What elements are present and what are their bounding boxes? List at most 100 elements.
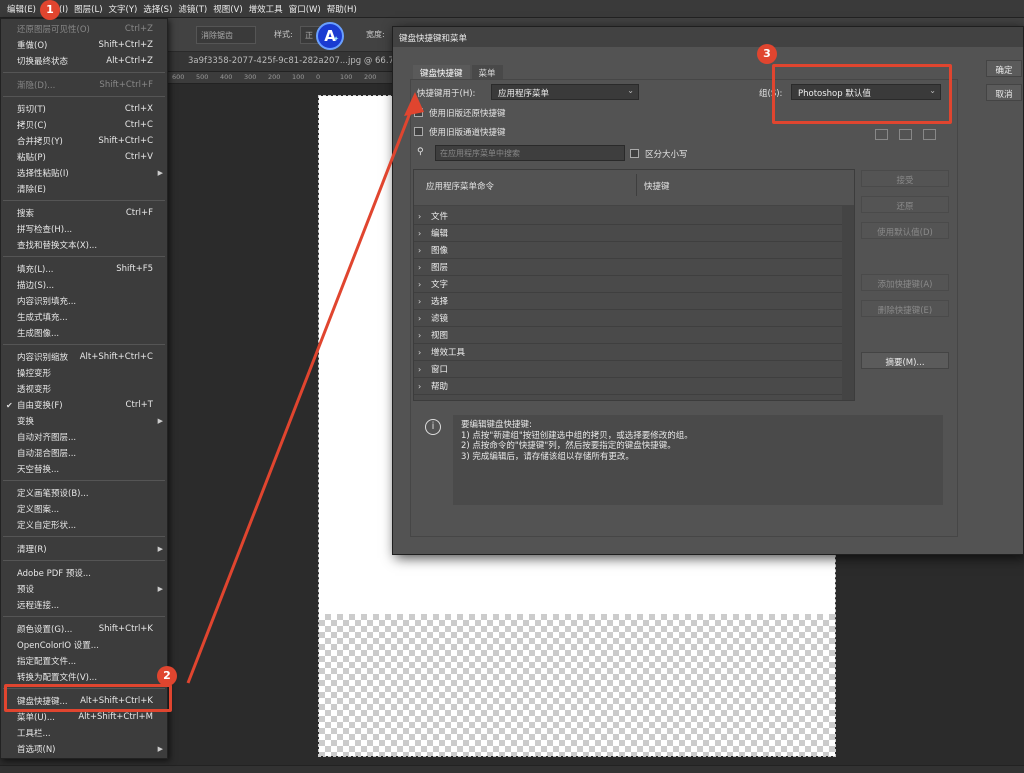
width-label: 宽度: (366, 30, 385, 39)
menu-item-stroke[interactable]: 描边(S)... (1, 277, 167, 293)
legacy-channel-checkbox[interactable] (414, 127, 423, 136)
transparent-area (319, 614, 835, 756)
ruler-tick: 200 (364, 73, 377, 81)
style-label: 样式: (274, 30, 293, 39)
menu-item-generate-image[interactable]: 生成图像... (1, 325, 167, 341)
chevron-right-icon: › (418, 330, 422, 340)
menu-item-color-settings[interactable]: 颜色设置(G)... Shift+Ctrl+K (1, 621, 167, 637)
dialog-title: 键盘快捷键和菜单 (393, 27, 1023, 47)
menu-item-perspective-warp[interactable]: 透视变形 (1, 381, 167, 397)
cancel-button[interactable]: 取消 (986, 84, 1022, 101)
legacy-undo-checkbox[interactable] (414, 108, 423, 117)
menu-item-puppet-warp[interactable]: 操控变形 (1, 365, 167, 381)
annotation-highlight-shortcuts (4, 684, 172, 712)
menu-item-copy-merged[interactable]: 合并拷贝(Y) Shift+Ctrl+C (1, 133, 167, 149)
add-shortcut-button[interactable]: 添加快捷键(A) (861, 274, 949, 291)
menu-layer[interactable]: 图层(L) (71, 3, 105, 15)
menu-view[interactable]: 视图(V) (210, 3, 245, 15)
undo-button[interactable]: 还原 (861, 196, 949, 213)
menu-type[interactable]: 文字(Y) (106, 3, 141, 15)
shortcuts-for-select[interactable]: 应用程序菜单 ⌄ (491, 84, 639, 100)
antialias-checkbox[interactable]: 消除锯齿 (196, 26, 256, 44)
search-input[interactable]: 在应用程序菜单中搜索 (435, 145, 625, 161)
tree-item-layer[interactable]: › 图层 (414, 259, 842, 276)
tree-item-select[interactable]: › 选择 (414, 293, 842, 310)
use-default-button[interactable]: 使用默认值(D) (861, 222, 949, 239)
menu-bar: 编辑(E) 图像(I) 图层(L) 文字(Y) 选择(S) 滤镜(T) 视图(V… (0, 0, 1024, 18)
menu-item-toggle-last-state[interactable]: 切换最终状态 Alt+Ctrl+Z (1, 53, 167, 69)
tree-item-window[interactable]: › 窗口 (414, 361, 842, 378)
menu-item-toolbar[interactable]: 工具栏... (1, 725, 167, 741)
new-set-icon[interactable] (899, 129, 912, 140)
menu-item-auto-align-layers[interactable]: 自动对齐图层... (1, 429, 167, 445)
tree-item-file[interactable]: › 文件 (414, 208, 842, 225)
menu-help[interactable]: 帮助(H) (324, 3, 360, 15)
shortcuts-for-label: 快捷键用于(H): (417, 89, 476, 99)
chevron-right-icon: › (418, 347, 422, 357)
chevron-down-icon: ⌄ (627, 86, 634, 95)
menu-item-define-brush[interactable]: 定义画笔预设(B)... (1, 485, 167, 501)
info-text: 要编辑键盘快捷键: 1) 点按"新建组"按钮创建选中组的拷贝，或选择要修改的组。… (453, 415, 943, 505)
menu-item-fade[interactable]: 渐隐(D)... Shift+Ctrl+F (1, 77, 167, 93)
menu-item-assign-profile[interactable]: 指定配置文件... (1, 653, 167, 669)
menu-item-purge[interactable]: 清理(R) ▶ (1, 541, 167, 557)
accept-button[interactable]: 接受 (861, 170, 949, 187)
menu-select[interactable]: 选择(S) (140, 3, 175, 15)
annotation-marker-3: 3 (757, 44, 777, 64)
delete-shortcut-button[interactable]: 删除快捷键(E) (861, 300, 949, 317)
ruler-tick: 500 (196, 73, 209, 81)
menu-item-undo[interactable]: 还原图层可见性(O) Ctrl+Z (1, 21, 167, 37)
menu-item-redo[interactable]: 重做(O) Shift+Ctrl+Z (1, 37, 167, 53)
menu-item-find-replace[interactable]: 查找和替换文本(X)... (1, 237, 167, 253)
menu-item-cut[interactable]: 剪切(T) Ctrl+X (1, 101, 167, 117)
menu-item-remote-connections[interactable]: 远程连接... (1, 597, 167, 613)
menu-window[interactable]: 窗口(W) (286, 3, 324, 15)
tree-item-help[interactable]: › 帮助 (414, 378, 842, 395)
chevron-right-icon: ▶ (157, 545, 163, 553)
menu-item-copy[interactable]: 拷贝(C) Ctrl+C (1, 117, 167, 133)
chevron-right-icon: › (418, 381, 422, 391)
tree-item-edit[interactable]: › 编辑 (414, 225, 842, 242)
tree-item-image[interactable]: › 图像 (414, 242, 842, 259)
menu-item-search[interactable]: 搜索 Ctrl+F (1, 205, 167, 221)
menu-item-sky-replacement[interactable]: 天空替换... (1, 461, 167, 477)
menu-item-paste-special[interactable]: 选择性粘贴(I) ▶ (1, 165, 167, 181)
menu-item-clear[interactable]: 清除(E) (1, 181, 167, 197)
tree-item-type[interactable]: › 文字 (414, 276, 842, 293)
menu-edit[interactable]: 编辑(E) (4, 3, 39, 15)
menu-item-paste[interactable]: 粘贴(P) Ctrl+V (1, 149, 167, 165)
menu-item-fill[interactable]: 填充(L)... Shift+F5 (1, 261, 167, 277)
menu-item-preferences[interactable]: 首选项(N) ▶ (1, 741, 167, 757)
col-command[interactable]: 应用程序菜单命令 (426, 180, 494, 192)
menu-item-define-custom-shape[interactable]: 定义自定形状... (1, 517, 167, 533)
case-sensitive-checkbox[interactable] (630, 149, 639, 158)
menu-item-transform[interactable]: 变换 ▶ (1, 413, 167, 429)
tab-keyboard-shortcuts[interactable]: 键盘快捷键 (413, 65, 470, 79)
save-set-icon[interactable] (875, 129, 888, 140)
annotation-marker-2: 2 (157, 666, 177, 686)
tree-item-filter[interactable]: › 滤镜 (414, 310, 842, 327)
menu-item-auto-blend-layers[interactable]: 自动混合图层... (1, 445, 167, 461)
menu-item-pdf-presets[interactable]: Adobe PDF 预设... (1, 565, 167, 581)
ok-button[interactable]: 确定 (986, 60, 1022, 77)
menu-item-generative-fill[interactable]: 生成式填充... (1, 309, 167, 325)
document-tab[interactable]: 3a9f3358-2077-425f-9c81-282a207...jpg @ … (168, 52, 394, 72)
menu-item-spell-check[interactable]: 拼写检查(H)... (1, 221, 167, 237)
menu-item-convert-profile[interactable]: 转换为配置文件(V)... (1, 669, 167, 685)
tree-item-view[interactable]: › 视图 (414, 327, 842, 344)
delete-set-icon[interactable] (923, 129, 936, 140)
tree-scrollbar[interactable] (842, 206, 854, 400)
menu-item-content-aware-fill[interactable]: 内容识别填充... (1, 293, 167, 309)
menu-item-free-transform[interactable]: ✔ 自由变换(F) Ctrl+T (1, 397, 167, 413)
summarize-button[interactable]: 摘要(M)... (861, 352, 949, 369)
menu-plugins[interactable]: 增效工具 (246, 3, 286, 15)
menu-item-content-aware-scale[interactable]: 内容识别缩放 Alt+Shift+Ctrl+C (1, 349, 167, 365)
menu-item-presets[interactable]: 预设 ▶ (1, 581, 167, 597)
menu-item-define-pattern[interactable]: 定义图案... (1, 501, 167, 517)
tree-item-plugins[interactable]: › 增效工具 (414, 344, 842, 361)
col-shortcut[interactable]: 快捷键 (644, 180, 670, 192)
menu-filter[interactable]: 滤镜(T) (175, 3, 210, 15)
menu-item-opencolorio[interactable]: OpenColorIO 设置... (1, 637, 167, 653)
tab-menus[interactable]: 菜单 (471, 65, 503, 79)
ruler-tick: 300 (244, 73, 257, 81)
